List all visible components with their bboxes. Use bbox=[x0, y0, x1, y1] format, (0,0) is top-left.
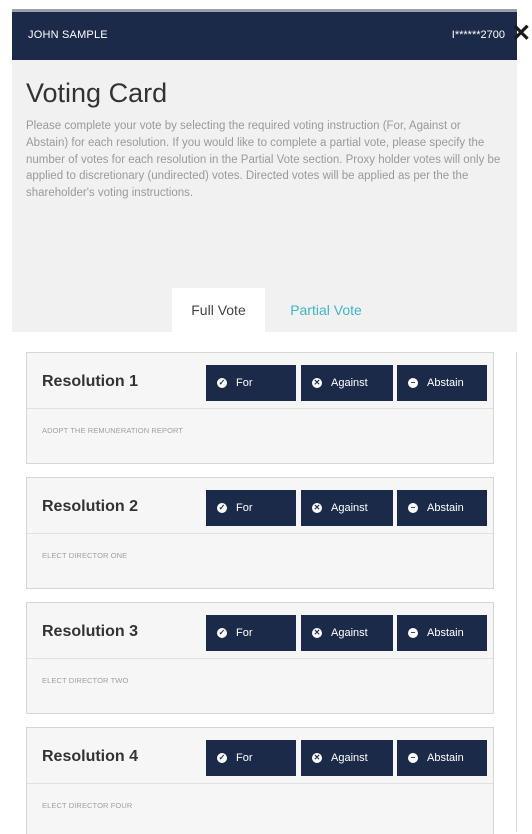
resolution-header: Resolution 2 ✓ For ✕ Against − Abstain bbox=[27, 478, 493, 534]
resolution-card: Resolution 2 ✓ For ✕ Against − Abstain E… bbox=[26, 477, 494, 589]
user-name: JOHN SAMPLE bbox=[28, 29, 108, 41]
for-button[interactable]: ✓ For bbox=[206, 740, 296, 776]
against-button[interactable]: ✕ Against bbox=[301, 490, 393, 526]
voting-card-panel: JOHN SAMPLE I******2700 Voting Card Plea… bbox=[12, 12, 517, 834]
for-button[interactable]: ✓ For bbox=[206, 365, 296, 401]
resolution-header: Resolution 3 ✓ For ✕ Against − Abstain bbox=[27, 603, 493, 659]
against-label: Against bbox=[331, 752, 368, 764]
abstain-button[interactable]: − Abstain bbox=[397, 615, 487, 651]
tab-partial-vote[interactable]: Partial Vote bbox=[265, 288, 387, 332]
against-button[interactable]: ✕ Against bbox=[301, 740, 393, 776]
abstain-button[interactable]: − Abstain bbox=[397, 365, 487, 401]
resolution-description: ELECT DIRECTOR ONE bbox=[42, 551, 128, 560]
page-title: Voting Card bbox=[26, 78, 168, 108]
for-label: For bbox=[236, 627, 253, 639]
abstain-label: Abstain bbox=[427, 752, 464, 764]
for-button[interactable]: ✓ For bbox=[206, 490, 296, 526]
abstain-label: Abstain bbox=[427, 627, 464, 639]
content-divider bbox=[516, 352, 517, 832]
for-label: For bbox=[236, 377, 253, 389]
resolution-card: Resolution 4 ✓ For ✕ Against − Abstain E… bbox=[26, 727, 494, 834]
against-button[interactable]: ✕ Against bbox=[301, 615, 393, 651]
minus-circle-icon: − bbox=[408, 753, 418, 763]
against-label: Against bbox=[331, 627, 368, 639]
resolution-label: Resolution 3 bbox=[42, 623, 139, 640]
check-circle-icon: ✓ bbox=[217, 753, 227, 763]
intro-text: Please complete your vote by selecting t… bbox=[26, 120, 501, 200]
x-circle-icon: ✕ bbox=[312, 753, 322, 763]
minus-circle-icon: − bbox=[408, 503, 418, 513]
for-label: For bbox=[236, 502, 253, 514]
account-number: I******2700 bbox=[451, 29, 505, 41]
resolution-card: Resolution 1 ✓ For ✕ Against − Abstain A… bbox=[26, 352, 494, 464]
resolution-description: ELECT DIRECTOR FOUR bbox=[42, 801, 133, 810]
close-icon[interactable]: ✕ bbox=[511, 22, 531, 46]
check-circle-icon: ✓ bbox=[217, 503, 227, 513]
minus-circle-icon: − bbox=[408, 628, 418, 638]
resolution-label: Resolution 4 bbox=[42, 748, 139, 765]
resolution-card: Resolution 3 ✓ For ✕ Against − Abstain E… bbox=[26, 602, 494, 714]
resolution-header: Resolution 1 ✓ For ✕ Against − Abstain bbox=[27, 353, 493, 409]
abstain-button[interactable]: − Abstain bbox=[397, 740, 487, 776]
against-button[interactable]: ✕ Against bbox=[301, 365, 393, 401]
resolution-label: Resolution 1 bbox=[42, 373, 139, 390]
check-circle-icon: ✓ bbox=[217, 628, 227, 638]
tab-full-vote[interactable]: Full Vote bbox=[172, 288, 265, 332]
minus-circle-icon: − bbox=[408, 378, 418, 388]
x-circle-icon: ✕ bbox=[312, 628, 322, 638]
for-label: For bbox=[236, 752, 253, 764]
resolution-label: Resolution 2 bbox=[42, 498, 139, 515]
abstain-label: Abstain bbox=[427, 377, 464, 389]
header-bar: JOHN SAMPLE I******2700 bbox=[12, 12, 517, 60]
resolution-description: ELECT DIRECTOR TWO bbox=[42, 676, 129, 685]
resolution-header: Resolution 4 ✓ For ✕ Against − Abstain bbox=[27, 728, 493, 784]
x-circle-icon: ✕ bbox=[312, 503, 322, 513]
check-circle-icon: ✓ bbox=[217, 378, 227, 388]
for-button[interactable]: ✓ For bbox=[206, 615, 296, 651]
against-label: Against bbox=[331, 502, 368, 514]
abstain-label: Abstain bbox=[427, 502, 464, 514]
x-circle-icon: ✕ bbox=[312, 378, 322, 388]
resolution-description: ADOPT THE REMUNERATION REPORT bbox=[42, 426, 184, 435]
against-label: Against bbox=[331, 377, 368, 389]
resolutions-content: Resolution 1 ✓ For ✕ Against − Abstain A… bbox=[12, 332, 517, 834]
abstain-button[interactable]: − Abstain bbox=[397, 490, 487, 526]
